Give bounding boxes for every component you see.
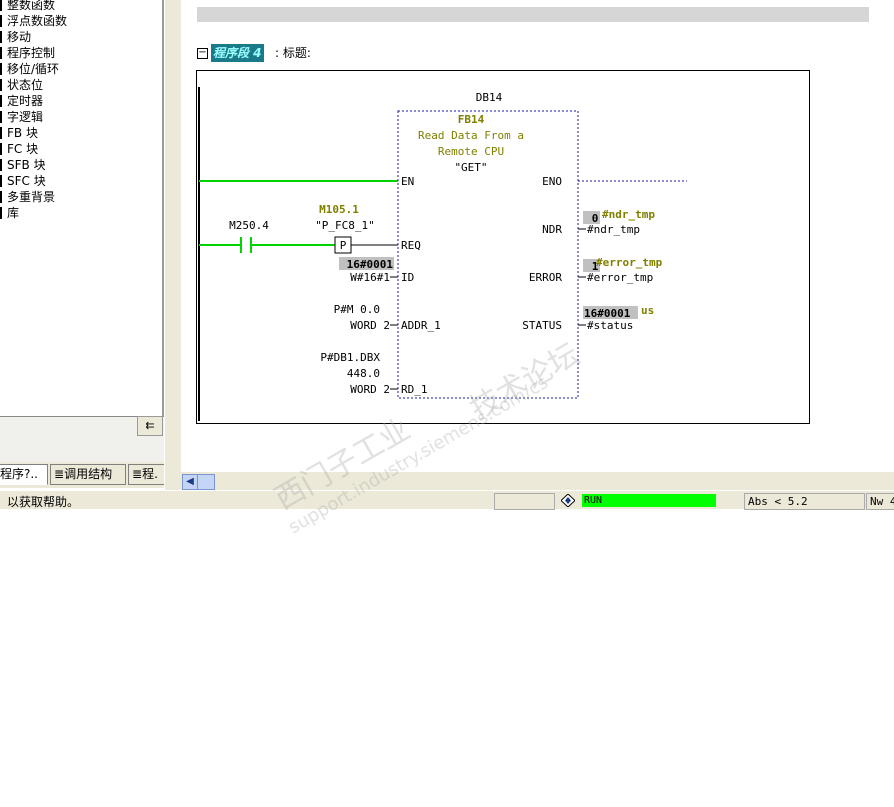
pin-id: ID — [401, 271, 414, 284]
call-structure-icon: ≣ — [54, 467, 65, 481]
pin-ndr: NDR — [542, 223, 562, 236]
tree-item-status-bits[interactable]: 状态位 — [0, 77, 43, 93]
instruction-tree: 整数函数 浮点数函数 移动 程序控制 移位/循环 状态位 定时器 字逻辑 FB … — [0, 0, 164, 416]
addr-param-line1: P#M 0.0 — [334, 303, 380, 316]
tree-item-label: 定时器 — [7, 94, 44, 108]
edge-memory-symbol: "P_FC8_1" — [315, 219, 375, 232]
horizontal-scrollbar[interactable] — [181, 472, 894, 490]
tree-item-label: 状态位 — [7, 78, 44, 92]
tree-item-libraries[interactable]: 库 — [0, 205, 19, 221]
fb-number-label: FB14 — [458, 113, 485, 126]
error-param: #error_tmp — [587, 271, 653, 284]
tree-item-label: SFC 块 — [7, 174, 46, 188]
cpu-mode-indicator: RUN — [582, 494, 716, 507]
block-comment-line2: Remote CPU — [438, 145, 504, 158]
scroll-thumb[interactable] — [197, 474, 215, 490]
tree-item-label: 移位/循环 — [7, 62, 60, 76]
collapse-button[interactable]: ⇇ — [137, 416, 163, 436]
pin-status: STATUS — [522, 319, 562, 332]
status-help-text: 以获取帮助。 — [7, 495, 80, 509]
status-cell-empty — [494, 493, 555, 510]
online-diamond-icon — [561, 494, 575, 507]
instance-db-label: DB14 — [476, 91, 503, 104]
pin-addr: ADDR_1 — [401, 319, 441, 332]
tree-item-int-functions[interactable]: 整数函数 — [0, 0, 55, 13]
tree-item-fb-blocks[interactable]: FB 块 — [0, 125, 38, 141]
tree-item-label: FB 块 — [7, 126, 38, 140]
tree-item-timers[interactable]: 定时器 — [0, 93, 43, 109]
tree-item-label: 移动 — [7, 30, 32, 44]
pin-error: ERROR — [529, 271, 562, 284]
addr-param-line2: WORD 2 — [350, 319, 390, 332]
pin-en: EN — [401, 175, 414, 188]
tree-item-move[interactable]: 移动 — [0, 29, 31, 45]
tree-item-sfb-blocks[interactable]: SFB 块 — [0, 157, 46, 173]
block-comment-line1: Read Data From a — [418, 129, 524, 142]
tab-call-structure[interactable]: ≣调用结构 — [50, 464, 126, 485]
ladder-network-4[interactable]: DB14 FB14 Read Data From a Remote CPU "G… — [196, 70, 810, 424]
network-label[interactable]: 程序段 4 — [211, 44, 264, 62]
error-symbol: #error_tmp — [596, 256, 663, 269]
tree-item-fc-blocks[interactable]: FC 块 — [0, 141, 38, 157]
contact-address: M250.4 — [229, 219, 269, 232]
left-tab-strip: 程序?.. ≣调用结构 ≣程. — [0, 462, 178, 488]
pin-rd: RD_1 — [401, 383, 428, 396]
status-symbol: us — [641, 304, 654, 317]
rd-param-line1: P#DB1.DBX — [320, 351, 380, 364]
tree-item-word-logic[interactable]: 字逻辑 — [0, 109, 43, 125]
tree-item-float-functions[interactable]: 浮点数函数 — [0, 13, 67, 29]
tree-item-program-control[interactable]: 程序控制 — [0, 45, 55, 61]
edge-memory-address: M105.1 — [319, 203, 359, 216]
block-symbol-name: "GET" — [454, 161, 487, 174]
ndr-symbol: #ndr_tmp — [602, 208, 655, 221]
tree-item-label: 浮点数函数 — [7, 14, 68, 28]
status-param: #status — [587, 319, 633, 332]
tab-label: 程. — [142, 467, 158, 481]
tree-item-sfc-blocks[interactable]: SFC 块 — [0, 173, 46, 189]
panel-splitter[interactable] — [164, 0, 182, 490]
tree-item-label: FC 块 — [7, 142, 39, 156]
id-param: W#16#1 — [350, 271, 390, 284]
tree-item-label: 整数函数 — [7, 0, 56, 12]
status-network-number: Nw 4 — [866, 493, 894, 510]
scroll-left-icon[interactable]: ◀ — [182, 474, 198, 490]
tab-label: 程序?.. — [0, 467, 38, 481]
network-title[interactable]: : 标题: — [275, 44, 311, 62]
rd-param-line2: 448.0 — [347, 367, 380, 380]
tree-item-shift-rotate[interactable]: 移位/循环 — [0, 61, 59, 77]
tab-label: 调用结构 — [64, 467, 113, 481]
tree-item-label: 字逻辑 — [7, 110, 44, 124]
tree-item-label: 库 — [7, 206, 20, 220]
tab-program-elements[interactable]: 程序?.. — [0, 464, 48, 485]
tree-item-multi-instance[interactable]: 多重背景 — [0, 189, 55, 205]
tree-item-label: 多重背景 — [7, 190, 56, 204]
program-icon: ≣ — [132, 467, 143, 481]
ndr-param: #ndr_tmp — [587, 223, 640, 236]
id-status-value: 16#0001 — [347, 258, 394, 271]
pin-eno: ENO — [542, 175, 562, 188]
pin-req: REQ — [401, 239, 421, 252]
ladder-diagram: DB14 FB14 Read Data From a Remote CPU "G… — [198, 87, 687, 421]
collapse-network-icon[interactable]: − — [197, 48, 208, 59]
rd-param-line3: WORD 2 — [350, 383, 390, 396]
status-abs-address: Abs < 5.2 — [744, 493, 865, 510]
block-comment-bar[interactable] — [197, 7, 869, 22]
edge-coil-glyph: P — [340, 239, 347, 252]
tree-item-label: 程序控制 — [7, 46, 56, 60]
tree-item-label: SFB 块 — [7, 158, 46, 172]
